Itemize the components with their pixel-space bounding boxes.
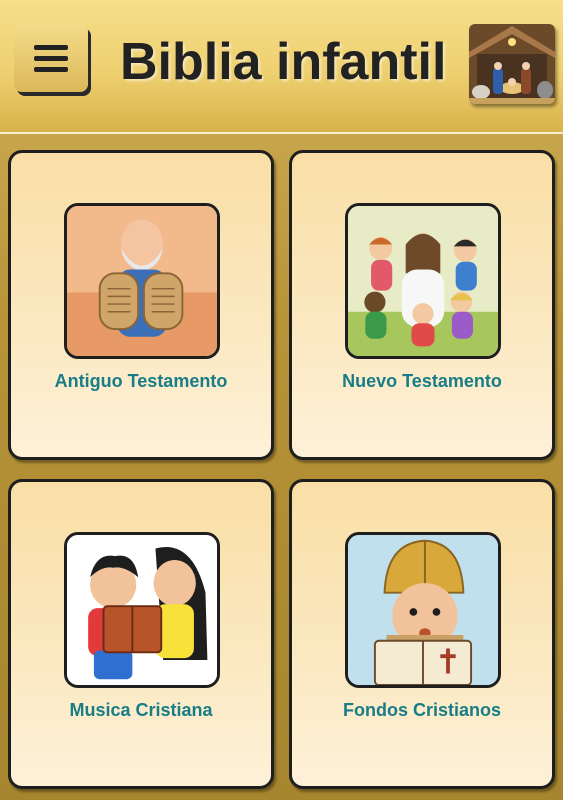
card-label: Musica Cristiana (69, 700, 213, 720)
hamburger-menu-icon (34, 44, 68, 50)
menu-card-fondos-cristianos[interactable]: Fondos Cristianos (289, 479, 555, 789)
soldier-reading-image (345, 532, 501, 688)
menu-card-antiguo-testamento[interactable]: Antiguo Testamento (8, 150, 274, 460)
hamburger-bar (34, 55, 68, 61)
children-reading-image (64, 532, 220, 688)
jesus-children-image (345, 203, 501, 359)
menu-card-musica-cristiana[interactable]: Musica Cristiana (8, 479, 274, 789)
menu-button[interactable] (14, 24, 88, 92)
app-header: Biblia infantil (0, 0, 563, 134)
hamburger-bar (34, 66, 68, 72)
nativity-scene-image[interactable] (469, 24, 555, 104)
menu-card-nuevo-testamento[interactable]: Nuevo Testamento (289, 150, 555, 460)
app-title: Biblia infantil (120, 33, 447, 91)
card-label: Antiguo Testamento (54, 371, 228, 391)
moses-tablets-image (64, 203, 220, 359)
card-label: Fondos Cristianos (342, 700, 501, 720)
card-label: Nuevo Testamento (342, 371, 502, 391)
